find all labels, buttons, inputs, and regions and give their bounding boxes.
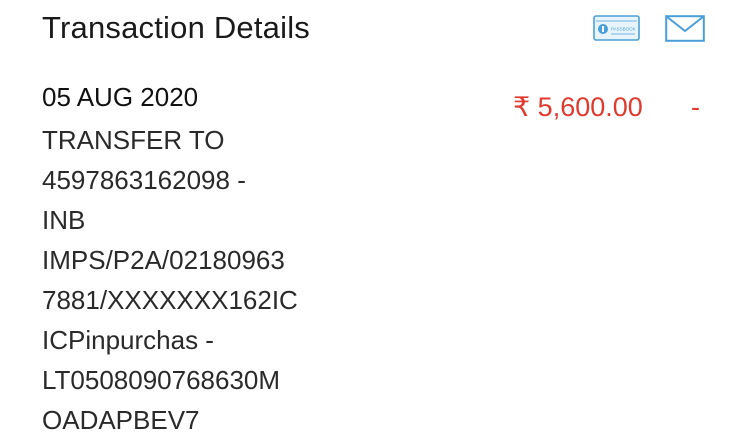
description-line: IMPS/P2A/02180963 — [42, 245, 285, 275]
transaction-details-screen: Transaction Details PASSBOOK 05 AUG 2020… — [0, 0, 750, 447]
description-line: LT0508090768630M — [42, 365, 281, 395]
passbook-icon-graphic: PASSBOOK — [593, 15, 640, 41]
description-line: TRANSFER TO — [42, 125, 225, 155]
description-line: 4597863162098 - — [42, 165, 246, 195]
description-line: OADAPBEV7 — [42, 405, 200, 435]
transaction-amount: ₹ 5,600.00 — [513, 92, 643, 122]
description-line: ICPinpurchas - — [42, 325, 214, 355]
description-line: 7881/XXXXXXX162IC — [42, 285, 298, 315]
passbook-icon-text: PASSBOOK — [611, 27, 636, 32]
passbook-icon[interactable]: PASSBOOK — [593, 15, 640, 41]
mail-icon-graphic — [665, 15, 705, 42]
page-title: Transaction Details — [42, 10, 310, 45]
mail-icon[interactable] — [665, 15, 705, 42]
transaction-debit-marker: - — [691, 92, 700, 122]
description-line: INB — [42, 205, 86, 235]
transaction-date: 05 AUG 2020 — [42, 82, 199, 112]
transaction-description: TRANSFER TO 4597863162098 - INB IMPS/P2A… — [42, 120, 298, 440]
